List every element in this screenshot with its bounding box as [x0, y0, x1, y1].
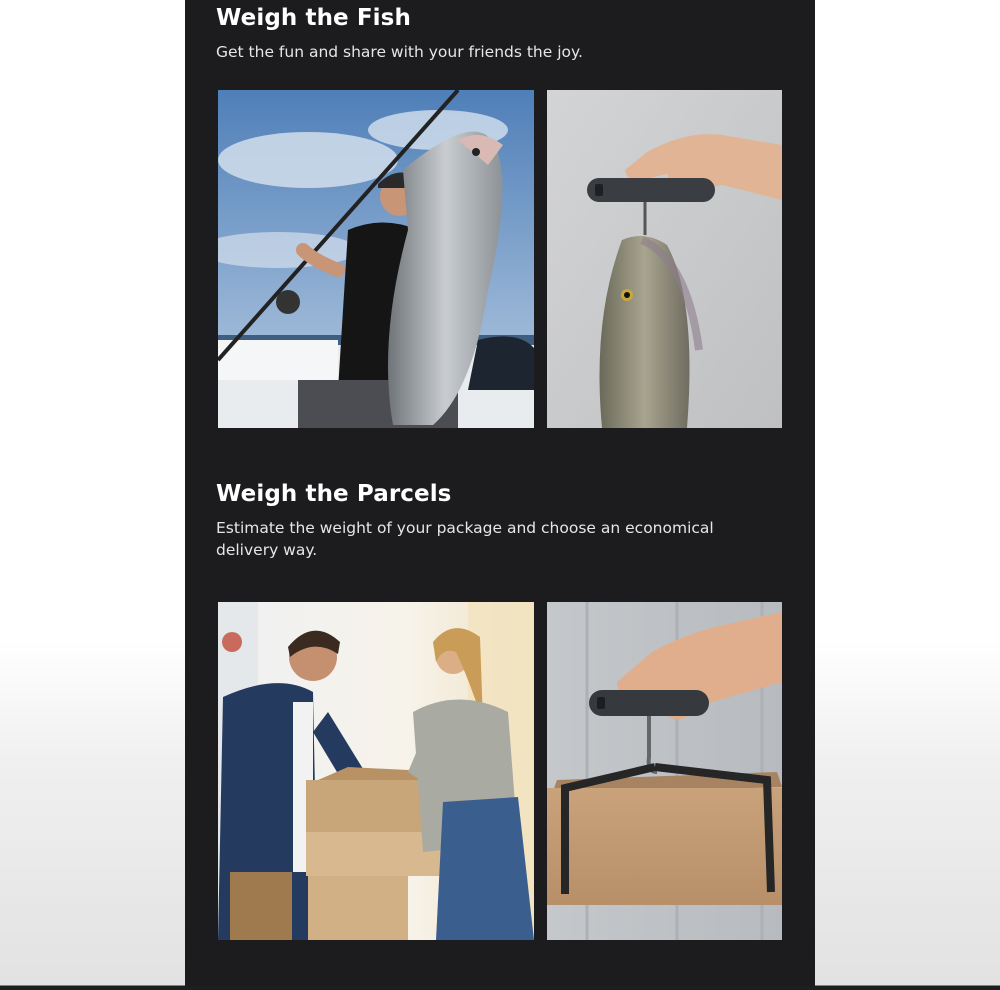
- section-title-parcels: Weigh the Parcels: [216, 481, 452, 507]
- section-subtitle-parcels: Estimate the weight of your package and …: [216, 519, 714, 559]
- photo-fisherman-holding-fish: [218, 90, 534, 428]
- section-title-fish: Weigh the Fish: [216, 5, 411, 31]
- photo-hand-weighing-parcel: [547, 602, 782, 940]
- photo-hand-weighing-fish: [547, 90, 782, 428]
- product-description-panel: Weigh the Fish Get the fun and share wit…: [185, 0, 815, 986]
- photo-couple-packing-boxes: [218, 602, 534, 940]
- section-subtitle-fish: Get the fun and share with your friends …: [216, 43, 583, 61]
